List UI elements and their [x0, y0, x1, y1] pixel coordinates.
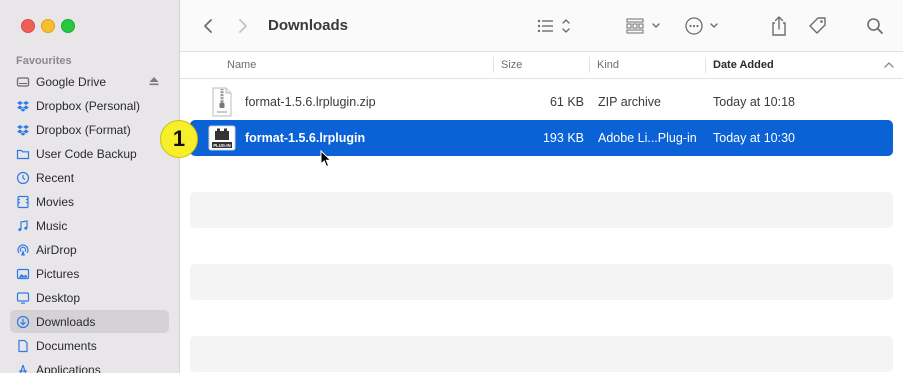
sidebar-item-dropbox-personal[interactable]: Dropbox (Personal): [10, 94, 169, 117]
music-note-icon: [16, 219, 30, 233]
sidebar-item-label: Downloads: [36, 314, 96, 329]
file-date-added: Today at 10:30: [713, 131, 796, 145]
sidebar-item-movies[interactable]: Movies: [10, 190, 169, 213]
photo-icon: [16, 267, 30, 281]
forward-button[interactable]: [233, 14, 253, 38]
sidebar-item-label: Pictures: [36, 266, 80, 281]
empty-row: [190, 192, 893, 228]
dropbox-icon: [16, 123, 30, 137]
column-date-added[interactable]: Date Added: [713, 52, 774, 78]
file-row-selected[interactable]: PLUG-IN format-1.5.6.lrplugin 193 KB Ado…: [190, 120, 893, 156]
sidebar-item-label: AirDrop: [36, 242, 77, 257]
file-name: format-1.5.6.lrplugin: [245, 131, 366, 145]
sidebar-item-dropbox-format[interactable]: Dropbox (Format): [10, 118, 169, 141]
sidebar-item-documents[interactable]: Documents: [10, 334, 169, 357]
column-divider[interactable]: [493, 57, 494, 73]
zip-file-icon: [212, 87, 232, 117]
dropbox-icon: [16, 99, 30, 113]
tag-button[interactable]: [807, 14, 829, 38]
column-size[interactable]: Size: [501, 52, 522, 78]
sort-ascending-icon[interactable]: [883, 52, 895, 78]
column-kind[interactable]: Kind: [597, 52, 619, 78]
chevron-left-icon: [204, 19, 212, 33]
sidebar-section-title: Favourites: [16, 55, 72, 67]
chevron-right-icon: [239, 19, 247, 33]
share-button[interactable]: [769, 14, 789, 38]
list-view-icon: [537, 19, 570, 33]
sidebar-item-label: Music: [36, 218, 68, 233]
back-button[interactable]: [198, 14, 218, 38]
search-button[interactable]: [864, 14, 886, 38]
group-button[interactable]: [626, 14, 664, 38]
sidebar-item-pictures[interactable]: Pictures: [10, 262, 169, 285]
finder-window: Favourites Google Drive Dropbox (Persona…: [0, 0, 903, 373]
sidebar-item-label: Dropbox (Format): [36, 122, 131, 137]
toolbar: Downloads: [180, 0, 903, 52]
sidebar-item-label: Recent: [36, 170, 75, 185]
film-icon: [16, 195, 30, 209]
column-name[interactable]: Name: [227, 52, 256, 78]
search-icon: [867, 18, 883, 34]
sidebar-item-recent[interactable]: Recent: [10, 166, 169, 189]
sidebar-item-downloads[interactable]: Downloads: [10, 310, 169, 333]
applications-icon: [16, 363, 30, 373]
tag-icon: [809, 17, 826, 34]
sidebar-item-label: Movies: [36, 194, 75, 209]
document-icon: [16, 339, 30, 353]
download-icon: [16, 315, 30, 329]
minimize-window-button[interactable]: [41, 19, 55, 33]
mouse-pointer-icon: [320, 150, 332, 168]
clock-icon: [16, 171, 30, 185]
step-number-badge: 1: [160, 120, 198, 158]
sidebar-item-desktop[interactable]: Desktop: [10, 286, 169, 309]
file-row[interactable]: format-1.5.6.lrplugin.zip 61 KB ZIP arch…: [190, 84, 893, 120]
file-size: 61 KB: [549, 95, 584, 109]
sidebar-item-label: Documents: [36, 338, 97, 353]
share-icon: [772, 16, 786, 36]
airdrop-icon: [16, 243, 30, 257]
empty-row: [190, 336, 893, 372]
ellipsis-circle-icon: [685, 17, 718, 35]
column-divider[interactable]: [589, 57, 590, 73]
file-size: 193 KB: [542, 131, 584, 145]
sidebar: Favourites Google Drive Dropbox (Persona…: [0, 0, 180, 373]
close-window-button[interactable]: [21, 19, 35, 33]
window-title: Downloads: [268, 17, 349, 34]
list-view-button[interactable]: [536, 14, 574, 38]
sidebar-item-label: User Code Backup: [36, 146, 137, 161]
file-name: format-1.5.6.lrplugin.zip: [245, 95, 376, 109]
sidebar-item-label: Dropbox (Personal): [36, 98, 141, 113]
empty-row: [190, 264, 893, 300]
sidebar-item-airdrop[interactable]: AirDrop: [10, 238, 169, 261]
grid-view-icon: [626, 18, 660, 34]
eject-icon[interactable]: [147, 74, 161, 88]
google-drive-icon: [16, 75, 30, 89]
column-divider[interactable]: [705, 57, 706, 73]
file-kind: ZIP archive: [598, 95, 661, 109]
sidebar-item-google-drive[interactable]: Google Drive: [10, 70, 169, 93]
desktop-icon: [16, 291, 30, 305]
zoom-window-button[interactable]: [61, 19, 75, 33]
sidebar-item-label: Applications: [36, 362, 101, 373]
sidebar-item-user-code-backup[interactable]: User Code Backup: [10, 142, 169, 165]
file-date-added: Today at 10:18: [713, 95, 796, 109]
sidebar-item-applications[interactable]: Applications: [10, 358, 169, 373]
column-header: Name Size Kind Date Added: [180, 52, 903, 79]
svg-text:PLUG-IN: PLUG-IN: [213, 143, 230, 148]
sidebar-item-label: Desktop: [36, 290, 81, 305]
action-menu-button[interactable]: [684, 14, 722, 38]
plugin-file-icon: PLUG-IN: [208, 125, 236, 151]
file-kind: Adobe Li...Plug-in: [598, 131, 697, 145]
sidebar-item-label: Google Drive: [36, 74, 107, 89]
folder-icon: [16, 147, 30, 161]
sidebar-item-music[interactable]: Music: [10, 214, 169, 237]
